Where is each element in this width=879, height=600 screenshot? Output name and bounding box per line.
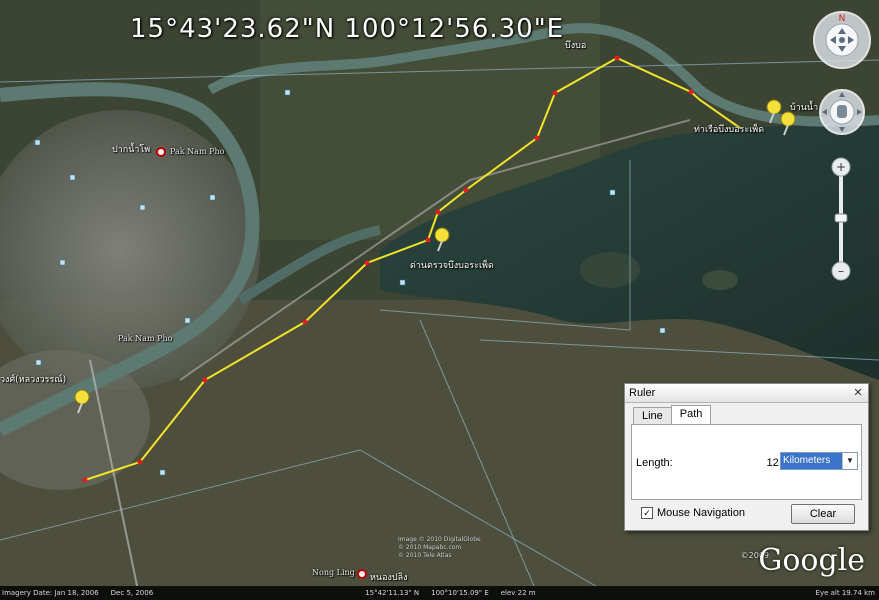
coordinate-readout: 15°43'23.62"N 100°12'56.30"E: [130, 14, 565, 44]
map-label-city-en-2: Pak Nam Pho: [118, 334, 173, 343]
svg-text:N: N: [839, 14, 846, 24]
mouse-navigation-checkbox[interactable]: ✓: [641, 507, 653, 519]
imagery-date-2: Dec 5, 2006: [110, 589, 154, 597]
eye-altitude: Eye alt 19.74 km: [815, 589, 875, 597]
elevation-readout: elev 22 m: [500, 589, 536, 597]
place-marker[interactable]: [357, 569, 367, 579]
place-marker[interactable]: [156, 147, 166, 157]
zoom-slider[interactable]: + –: [830, 156, 852, 282]
image-credits: Image © 2010 DigitalGlobe © 2010 Mapabc.…: [398, 536, 481, 560]
svg-text:+: +: [836, 160, 846, 174]
map-label-top: บึงบอ: [565, 41, 587, 51]
pushpin-icon[interactable]: [72, 388, 94, 414]
units-select[interactable]: Kilometers ▼: [780, 452, 858, 470]
ruler-titlebar[interactable]: Ruler ✕: [625, 384, 868, 403]
pushpin-icon[interactable]: [432, 226, 454, 252]
ruler-title: Ruler: [629, 387, 656, 399]
length-label: Length:: [636, 457, 673, 469]
credit-line: Image © 2010 DigitalGlobe: [398, 536, 481, 543]
latitude-readout: 15°42'11.13" N: [365, 589, 420, 597]
map-label-checkpoint: ด่านตรวจบึงบอระเพ็ด: [410, 261, 494, 271]
chevron-down-icon[interactable]: ▼: [842, 453, 857, 469]
svg-text:–: –: [838, 264, 844, 278]
look-around-icon[interactable]: N: [812, 10, 872, 70]
ruler-dialog: Ruler ✕ Line Path Length: 12.33 Kilomete…: [624, 383, 869, 531]
map-label-destination: ท่าเรือบึงบอระเพ็ด: [694, 125, 765, 135]
ruler-panel: Length: 12.33 Kilometers ▼: [631, 424, 862, 500]
close-icon[interactable]: ✕: [852, 387, 864, 399]
island: [702, 270, 738, 290]
status-bar: Imagery Date: Jan 18, 2006 Dec 5, 2006 1…: [0, 586, 879, 600]
mouse-navigation-label: Mouse Navigation: [657, 507, 746, 519]
credit-line: © 2010 Mapabc.com: [398, 544, 462, 551]
map-label-city-thai: ปากน้ำโพ: [112, 145, 151, 155]
tab-path[interactable]: Path: [670, 405, 712, 424]
credit-line: © 2010 Tele Atlas: [398, 552, 452, 559]
map-label-city-en: Pak Nam Pho: [170, 147, 225, 156]
map-label-start: วงศ์(หลวงวรรณ์): [0, 375, 67, 385]
map-label-bottom-en: Nong Ling: [312, 568, 355, 577]
clear-button[interactable]: Clear: [791, 504, 855, 524]
units-selected: Kilometers: [781, 453, 842, 469]
map-label-bottom-thai: หนองปลิง: [370, 573, 408, 583]
move-hand-icon[interactable]: [818, 88, 866, 136]
map-viewport[interactable]: 15°43'23.62"N 100°12'56.30"E ปากน้ำโพ Pa…: [0, 0, 879, 600]
pushpin-icon[interactable]: [778, 110, 800, 136]
google-logo: Google: [758, 543, 865, 578]
island: [580, 252, 640, 288]
zoom-handle[interactable]: [834, 213, 848, 223]
mouse-navigation-toggle[interactable]: ✓ Mouse Navigation: [641, 507, 745, 519]
longitude-readout: 100°10'15.09" E: [431, 589, 489, 597]
imagery-date: Imagery Date: Jan 18, 2006: [2, 589, 99, 597]
